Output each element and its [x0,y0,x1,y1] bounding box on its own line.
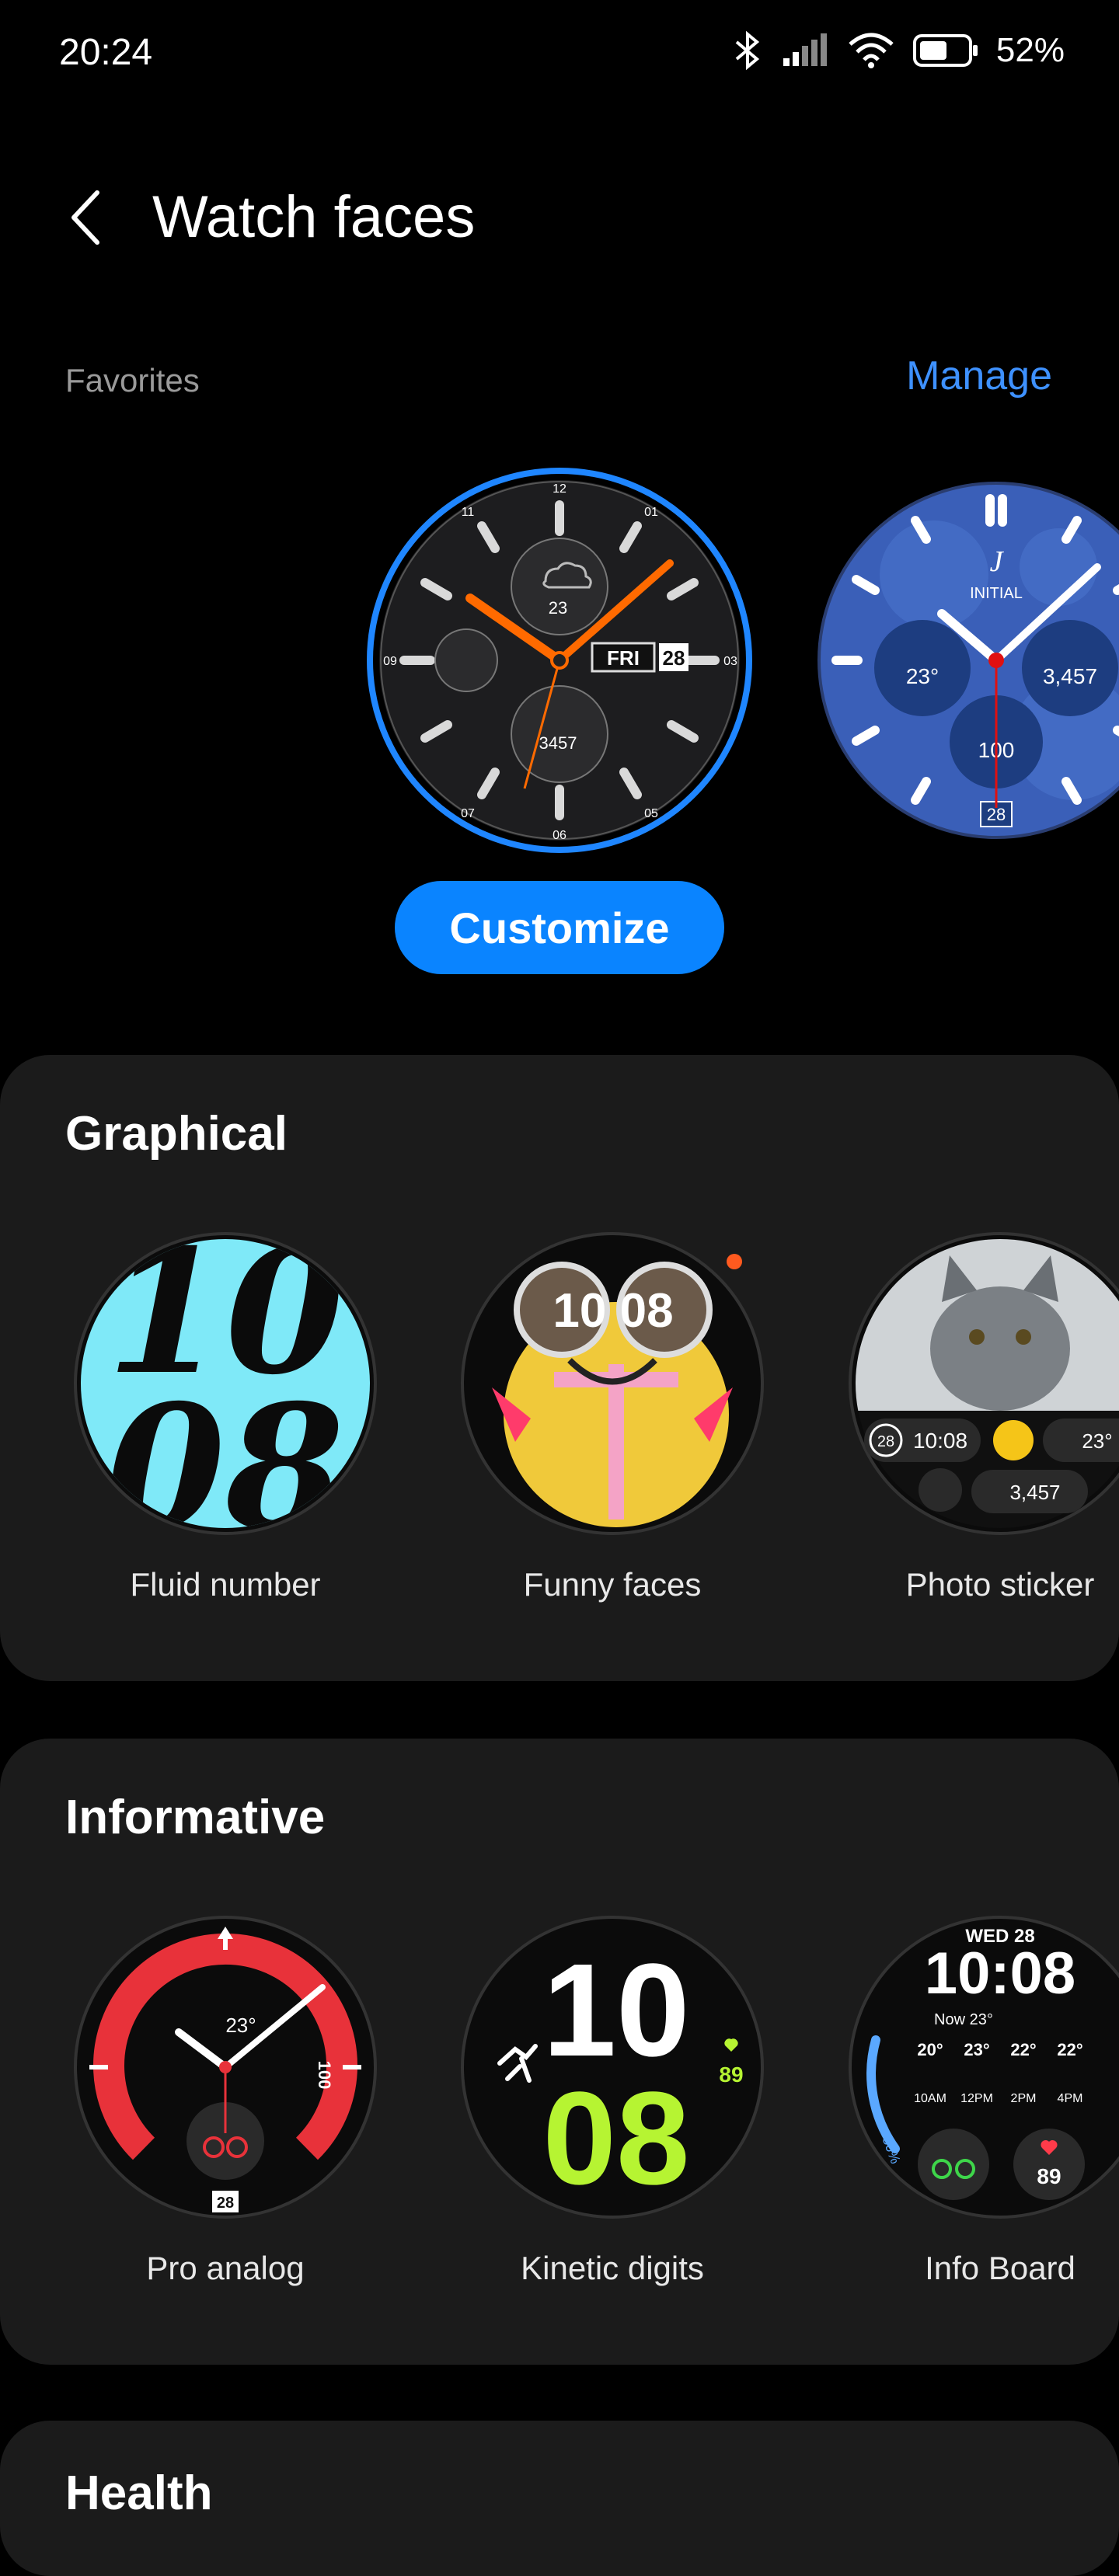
face-label: Photo sticker [905,1566,1095,1603]
section-informative: Informative 23° 100 28 Pro analog 10 08 … [0,1739,1119,2365]
watch-face-funny-faces[interactable]: 10 08 Funny faces [441,1232,783,1603]
status-icons: 52% [730,31,1065,70]
favorites-label: Favorites [65,362,200,399]
sticker-time: 10:08 [913,1429,967,1453]
face-label: Kinetic digits [521,2250,704,2286]
status-bar: 20:24 52% [0,0,1119,109]
section-graphical: Graphical 10 08 Fluid number 10 08 Funny… [0,1055,1119,1681]
hour-09: 09 [383,655,397,668]
day-text: FRI [607,646,640,670]
face-label: Info Board [925,2250,1075,2286]
kinetic-hr: 89 [719,2063,743,2087]
sticker-temp: 23° [1082,1429,1112,1453]
info-temp-2: 23° [964,2040,989,2059]
section-health: Health [0,2421,1119,2576]
info-hour-1: 10AM [914,2092,946,2105]
steps-text: 3,457 [1043,664,1097,688]
kinetic-hour: 10 [542,1937,689,2084]
watch-face-info-board[interactable]: WED 28 10:08 Now 23° 20° 23° 22° 22° 10A… [828,1916,1119,2287]
face-label: Fluid number [130,1566,321,1603]
hour-07: 07 [461,807,475,820]
hour-01: 01 [644,506,658,519]
info-temp-4: 22° [1057,2040,1082,2059]
funny-time: 10 08 [553,1284,673,1338]
face-label: Funny faces [523,1566,702,1603]
brand-text: INITIAL [970,585,1023,602]
svg-text:J: J [990,545,1005,578]
temp-text: 23° [906,664,939,688]
info-hour-4: 4PM [1058,2092,1083,2105]
back-button[interactable] [54,179,117,256]
app-bar: Watch faces [0,155,1119,280]
hour-12: 12 [553,482,566,496]
section-title: Health [65,2466,213,2520]
hour-05: 05 [644,807,658,820]
info-now: Now 23° [934,2011,993,2028]
hour-06: 06 [553,829,566,842]
section-title: Informative [65,1791,326,1844]
battery-percent: 52% [995,31,1065,69]
section-title: Graphical [65,1107,288,1161]
manage-button[interactable]: Manage [906,353,1052,399]
pro-date: 28 [217,2195,234,2212]
battery-icon [912,34,978,67]
page-title: Watch faces [152,184,476,250]
wifi-icon [849,33,894,68]
sticker-steps: 3,457 [1009,1481,1060,1504]
face-label: Pro analog [146,2250,305,2286]
date-text: 28 [663,646,685,670]
favorite-watch-face-selected[interactable]: 12 01 11 03 09 05 06 07 23 3457 FRI 28 [365,466,754,855]
kinetic-minute: 08 [542,2065,689,2212]
watch-face-photo-sticker[interactable]: 28 10:08 23° 3,457 Photo sticker [828,1232,1119,1603]
favorite-watch-face-initial[interactable]: J INITIAL 23° 3,457 100 28 [817,482,1119,839]
bluetooth-icon [735,31,760,70]
info-temp-3: 22° [1010,2040,1036,2059]
watch-face-pro-analog[interactable]: 23° 100 28 Pro analog [54,1916,396,2287]
hour-11: 11 [462,506,475,519]
info-temp-1: 20° [917,2040,943,2059]
steps-text: 3457 [539,733,577,753]
customize-button[interactable]: Customize [395,881,724,974]
info-hr: 89 [1037,2164,1061,2188]
chevron-left-icon [71,190,99,245]
pro-sub: 100 [315,2061,334,2090]
pro-temp: 23° [225,2014,256,2037]
signal-icon [783,33,827,66]
sticker-date: 28 [877,1433,894,1450]
watch-face-fluid-number[interactable]: 10 08 Fluid number [54,1232,396,1603]
hour-03: 03 [723,655,737,668]
info-hour-2: 12PM [960,2092,993,2105]
status-time: 20:24 [59,32,153,73]
watch-face-kinetic-digits[interactable]: 10 08 89 Kinetic digits [441,1916,783,2287]
temp-text: 23 [549,598,567,618]
info-time: 10:08 [925,1941,1075,2007]
info-hour-3: 2PM [1011,2092,1037,2105]
